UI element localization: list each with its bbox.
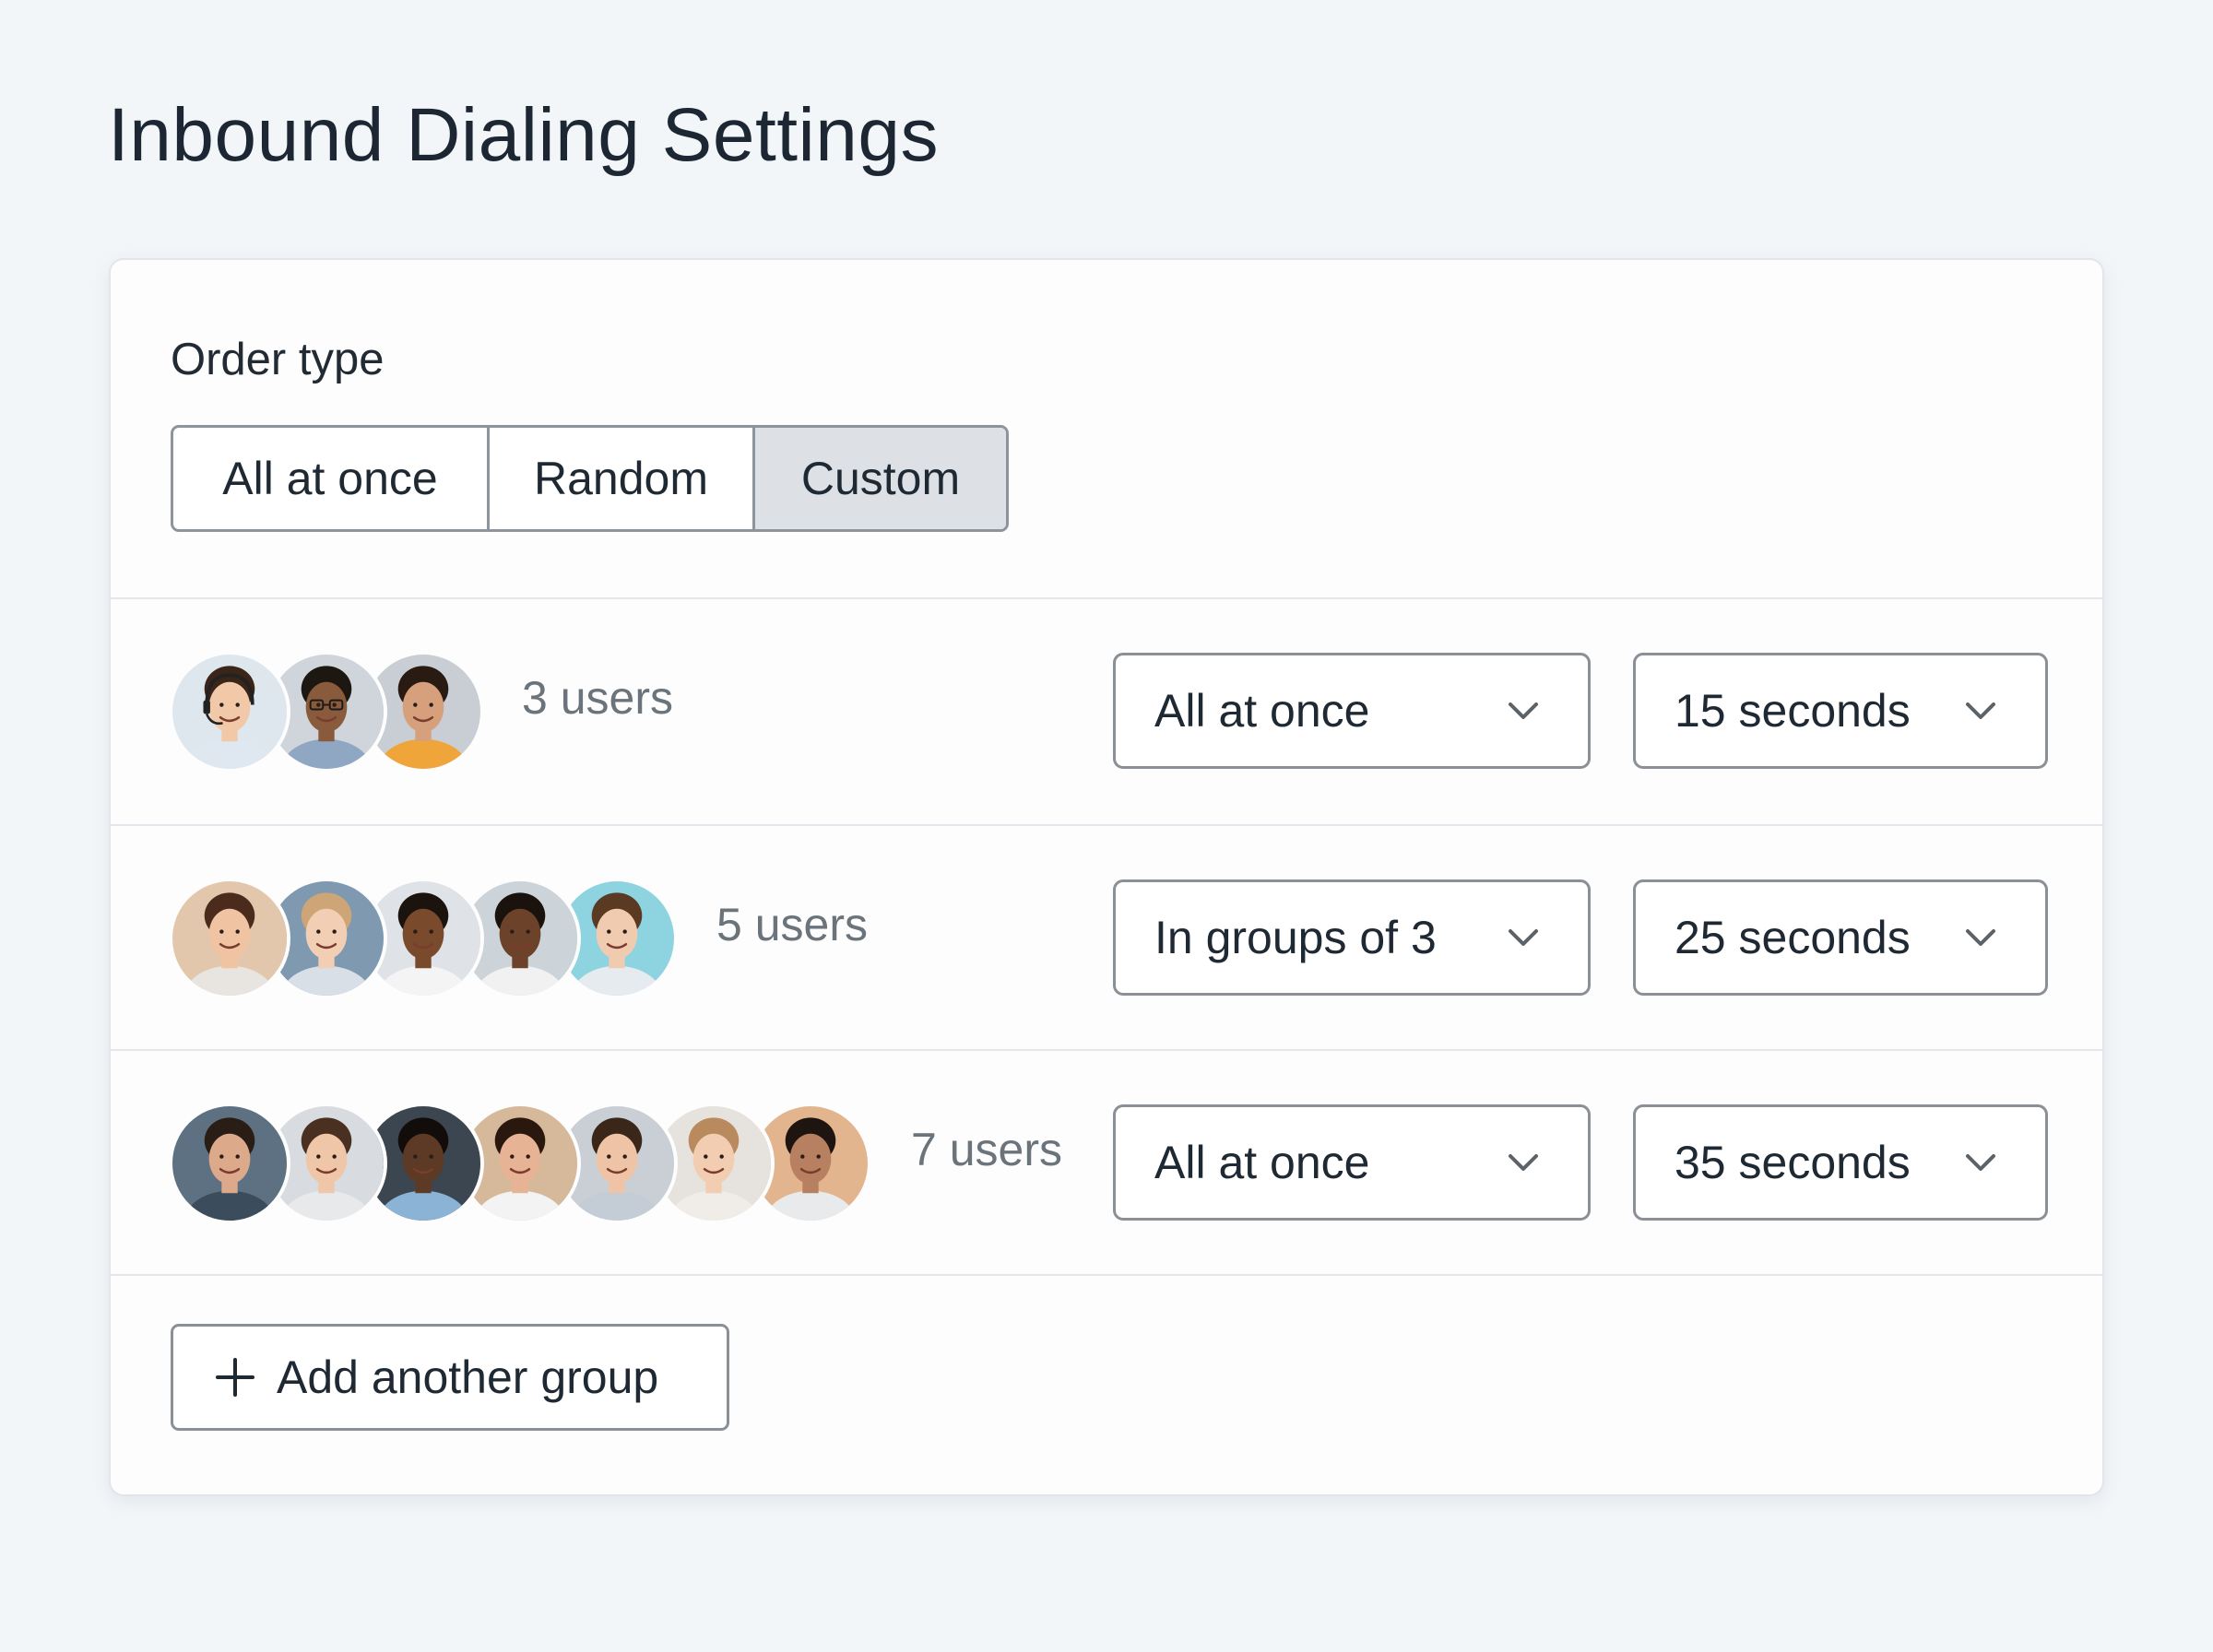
timeout-select[interactable]: 35 seconds <box>1633 1104 2048 1221</box>
dial-mode-select[interactable]: All at once <box>1113 1104 1591 1221</box>
user-portrait-icon <box>172 1106 287 1221</box>
order-option-all-at-once[interactable]: All at once <box>173 428 487 529</box>
add-another-group-button[interactable]: Add another group <box>171 1324 729 1431</box>
order-option-random[interactable]: Random <box>487 428 752 529</box>
dial-mode-value: All at once <box>1154 685 1370 737</box>
timeout-value: 15 seconds <box>1675 685 1911 737</box>
avatar-stack <box>169 651 484 773</box>
dial-mode-select[interactable]: In groups of 3 <box>1113 879 1591 996</box>
chevron-down-icon <box>1966 1154 1995 1171</box>
timeout-value: 25 seconds <box>1675 912 1911 963</box>
avatar <box>169 1103 290 1224</box>
dial-mode-value: In groups of 3 <box>1154 912 1437 963</box>
settings-card: Order type All at once Random Custom 3 u… <box>109 258 2104 1496</box>
chevron-down-icon <box>1966 929 1995 946</box>
page-title: Inbound Dialing Settings <box>108 93 939 177</box>
chevron-down-icon <box>1509 702 1538 719</box>
user-portrait-icon <box>172 655 287 769</box>
avatar <box>169 878 290 999</box>
timeout-value: 35 seconds <box>1675 1137 1911 1188</box>
avatar-stack <box>169 1103 871 1224</box>
group-row-3: 7 users All at once 35 seconds <box>111 1051 2102 1276</box>
avatar-stack <box>169 878 678 999</box>
settings-page: Inbound Dialing Settings Order type All … <box>0 0 2213 1652</box>
chevron-down-icon <box>1966 702 1995 719</box>
order-type-label: Order type <box>171 335 385 384</box>
add-group-section: Add another group <box>111 1274 2102 1494</box>
chevron-down-icon <box>1509 929 1538 946</box>
timeout-select[interactable]: 25 seconds <box>1633 879 2048 996</box>
order-type-segmented-control: All at once Random Custom <box>171 425 1009 532</box>
user-count: 5 users <box>716 899 868 950</box>
group-row-1: 3 users All at once 15 seconds <box>111 599 2102 824</box>
plus-icon <box>216 1358 254 1397</box>
order-type-section: Order type All at once Random Custom <box>111 260 2102 597</box>
dial-mode-select[interactable]: All at once <box>1113 653 1591 769</box>
add-another-group-label: Add another group <box>277 1351 659 1403</box>
avatar <box>169 651 290 773</box>
user-portrait-icon <box>172 881 287 996</box>
order-option-custom[interactable]: Custom <box>752 428 1006 529</box>
group-row-2: 5 users In groups of 3 25 seconds <box>111 826 2102 1051</box>
timeout-select[interactable]: 15 seconds <box>1633 653 2048 769</box>
chevron-down-icon <box>1509 1154 1538 1171</box>
dial-mode-value: All at once <box>1154 1137 1370 1188</box>
user-count: 7 users <box>911 1124 1062 1175</box>
user-count: 3 users <box>522 672 673 724</box>
